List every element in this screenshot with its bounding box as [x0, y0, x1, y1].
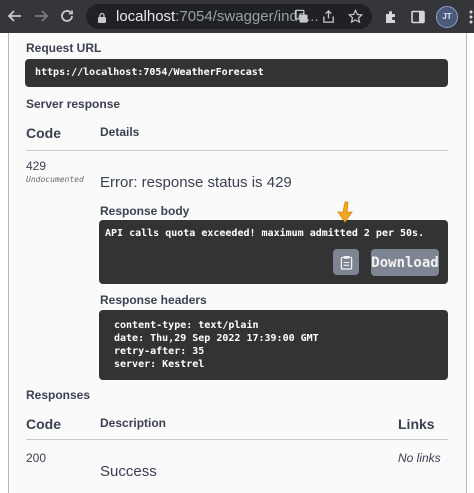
- url-host: localhost: [116, 8, 176, 25]
- request-url-value[interactable]: https://localhost:7054/WeatherForecast: [35, 67, 264, 78]
- translate-icon[interactable]: [293, 8, 310, 25]
- response-header-line[interactable]: date: Thu,29 Sep 2022 17:39:00 GMT: [114, 332, 448, 345]
- server-response-label: Server response: [26, 97, 121, 111]
- forward-icon[interactable]: [28, 3, 54, 29]
- share-icon[interactable]: [320, 8, 337, 25]
- responses-row-description: Success: [100, 463, 157, 480]
- response-header-line[interactable]: server: Kestrel: [114, 358, 448, 371]
- extensions-puzzle-icon[interactable]: [382, 8, 400, 26]
- code-column-header: Code: [26, 125, 61, 141]
- reload-icon[interactable]: [54, 3, 80, 29]
- responses-code-header: Code: [26, 416, 61, 432]
- clipboard-icon: [340, 255, 352, 270]
- responses-divider: [26, 439, 448, 440]
- responses-row-links: No links: [398, 451, 441, 465]
- responses-description-header: Description: [100, 416, 167, 430]
- address-bar[interactable]: localhost :7054/swagger/inde...: [86, 4, 372, 29]
- download-button[interactable]: Download: [371, 249, 439, 276]
- side-panel-icon[interactable]: [409, 8, 427, 26]
- mouse-cursor-icon: [337, 201, 353, 223]
- profile-avatar[interactable]: JT: [436, 5, 458, 28]
- menu-kebab-icon[interactable]: [467, 8, 474, 26]
- responses-row-code: 200: [26, 451, 47, 465]
- swagger-page: Request URL https://localhost:7054/Weath…: [0, 33, 474, 493]
- request-url-box: https://localhost:7054/WeatherForecast: [25, 59, 448, 87]
- response-body-text[interactable]: API calls quota exceeded! maximum admitt…: [105, 228, 424, 239]
- response-body-label: Response body: [100, 204, 190, 218]
- response-header-line[interactable]: content-type: text/plain: [114, 319, 448, 332]
- bookmark-star-icon[interactable]: [347, 8, 364, 25]
- lock-icon: [96, 11, 108, 23]
- undocumented-note: Undocumented: [26, 175, 84, 184]
- header-divider: [26, 150, 448, 151]
- response-header-line[interactable]: retry-after: 35: [114, 345, 448, 358]
- response-body-box: API calls quota exceeded! maximum admitt…: [99, 220, 448, 284]
- copy-to-clipboard-button[interactable]: [333, 249, 359, 275]
- details-column-header: Details: [100, 125, 140, 139]
- response-headers-label: Response headers: [100, 293, 207, 307]
- error-message: Error: response status is 429: [100, 174, 292, 191]
- responses-label: Responses: [26, 388, 91, 402]
- response-headers-box: content-type: text/plain date: Thu,29 Se…: [99, 310, 448, 380]
- request-url-label: Request URL: [26, 41, 102, 55]
- back-icon[interactable]: [2, 3, 28, 29]
- responses-links-header: Links: [398, 416, 435, 432]
- browser-toolbar: localhost :7054/swagger/inde... JT: [0, 0, 474, 33]
- response-code: 429: [26, 159, 47, 173]
